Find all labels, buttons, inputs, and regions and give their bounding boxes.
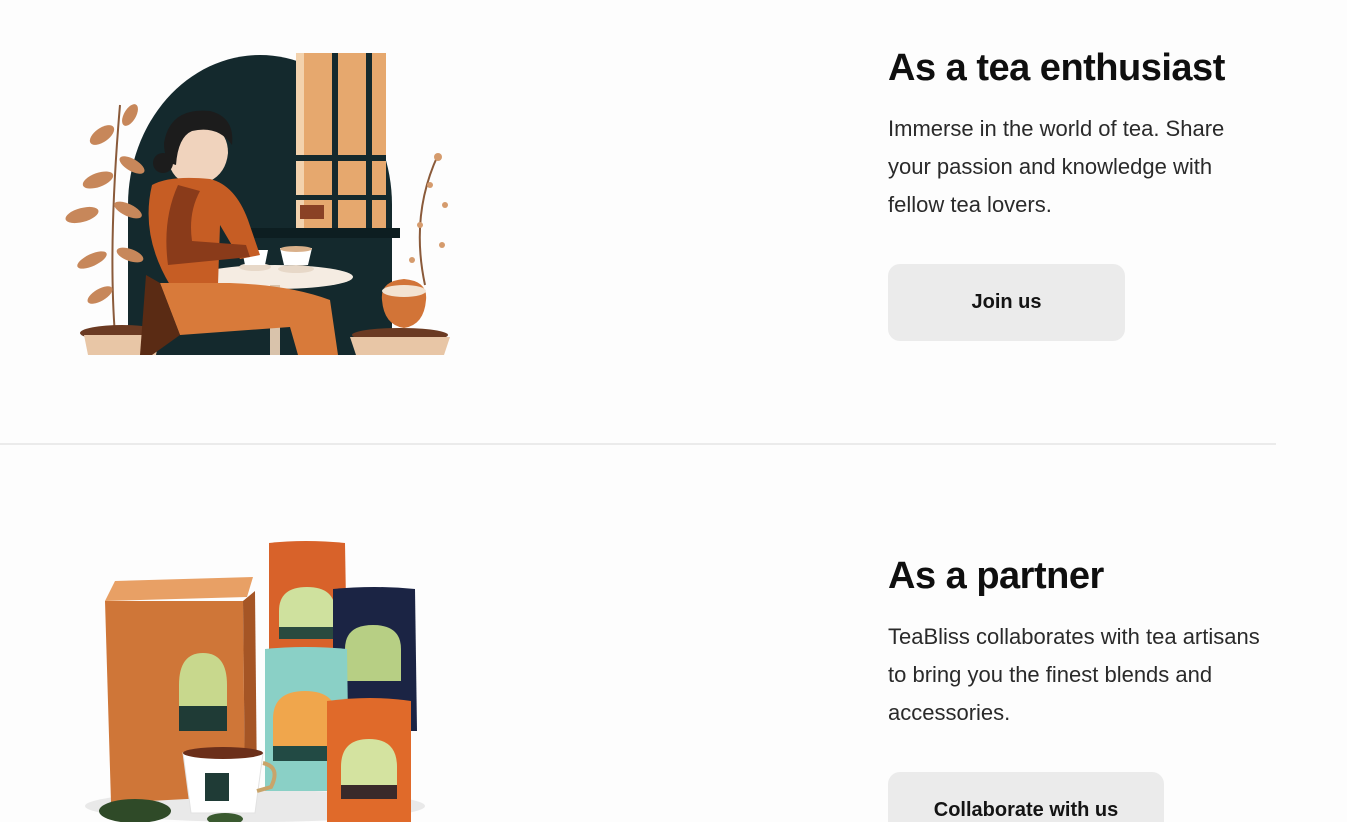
enthusiast-description: Immerse in the world of tea. Share your …	[888, 116, 1225, 217]
partner-description: TeaBliss collaborates with tea artisans …	[888, 624, 1260, 725]
page: As a tea enthusiast Immerse in the world…	[0, 0, 1347, 822]
enthusiast-heading: As a tea enthusiast	[888, 47, 1225, 89]
collaborate-with-us-button[interactable]: Collaborate with us	[888, 772, 1164, 822]
woman-drinking-tea-illustration	[60, 45, 460, 360]
join-us-button[interactable]: Join us	[888, 264, 1125, 341]
tea-enthusiast-section: As a tea enthusiast Immerse in the world…	[0, 0, 1347, 444]
section-divider	[0, 443, 1276, 445]
partner-section: As a partner TeaBliss collaborates with …	[0, 446, 1347, 822]
partner-heading: As a partner	[888, 555, 1104, 597]
partner-text-block: As a partner TeaBliss collaborates with …	[888, 554, 1288, 822]
enthusiast-text-block: As a tea enthusiast Immerse in the world…	[888, 46, 1288, 341]
tea-packaging-illustration	[75, 541, 435, 822]
